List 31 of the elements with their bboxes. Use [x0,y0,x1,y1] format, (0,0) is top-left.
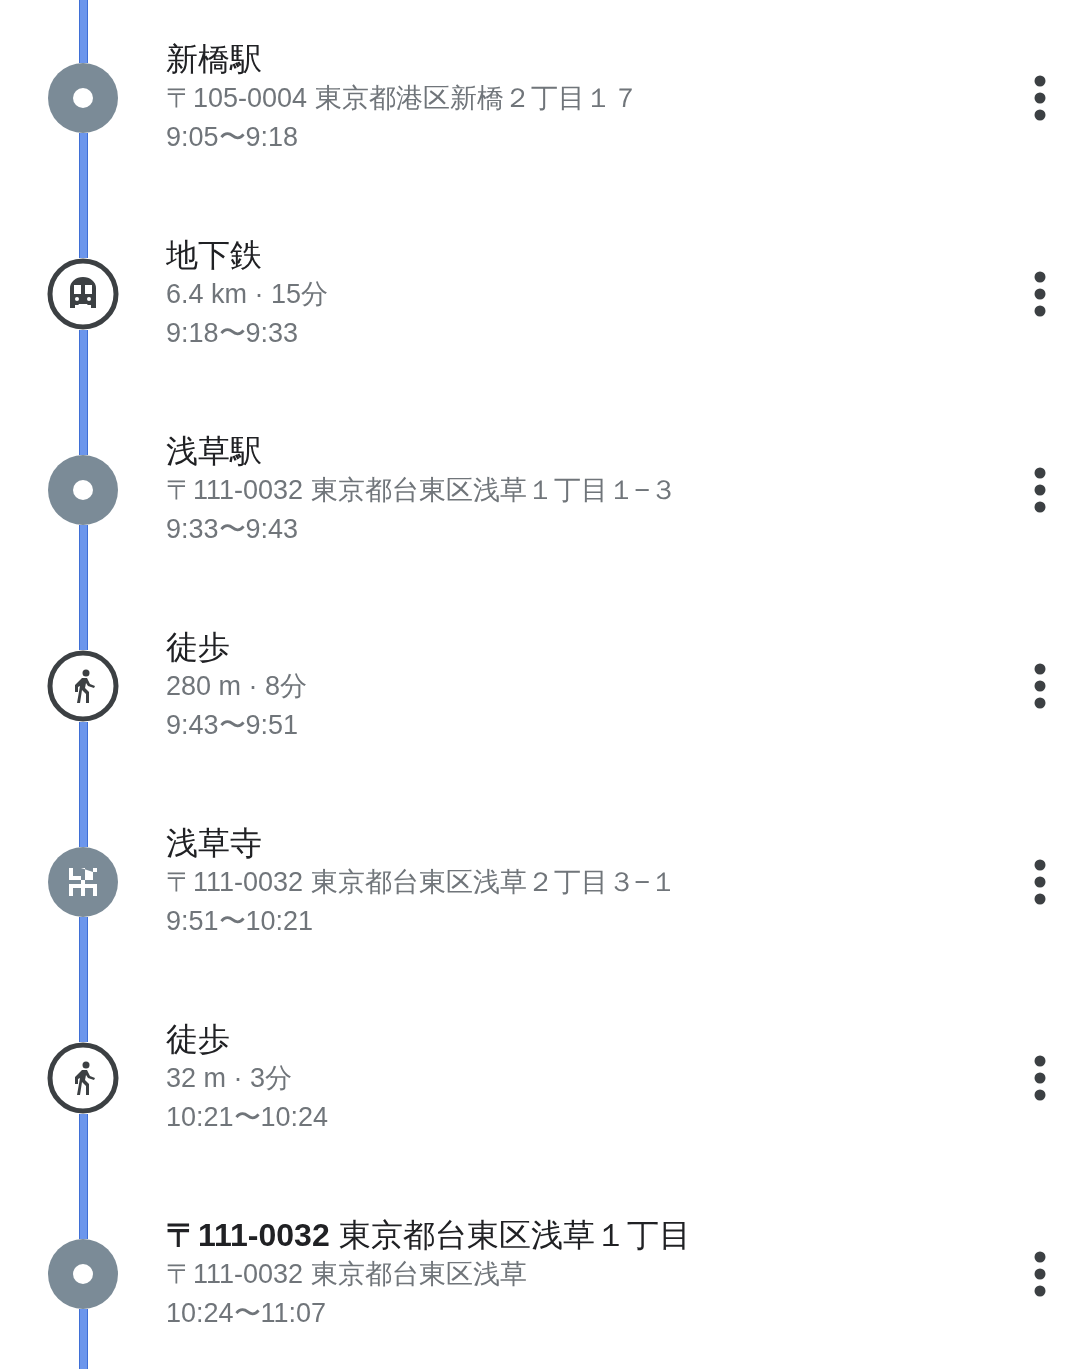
time-range: 9:43〜9:51 [166,709,300,742]
stop-title: 浅草駅 [166,432,263,471]
stop-title: 徒歩 [166,628,231,667]
stop-detail: 32 m · 3分 [166,1062,294,1095]
stop-title: 〒111-0032 東京都台東区浅草１丁目 [166,1216,692,1255]
train-marker-icon [47,258,119,330]
walking-marker-icon [47,650,119,722]
time-range: 10:24〜11:07 [166,1297,328,1330]
stop-title: 徒歩 [166,1020,231,1059]
more-icon [1034,271,1046,317]
more-icon [1034,859,1046,905]
time-range: 9:33〜9:43 [166,513,300,546]
walking-marker-icon [47,1042,119,1114]
stop-title: 新橋駅 [166,40,263,79]
time-range: 9:05〜9:18 [166,121,300,154]
stop-detail: 〒111-0032 東京都台東区浅草１丁目１−３ [166,474,679,507]
time-range: 10:21〜10:24 [166,1101,330,1134]
time-range: 9:18〜9:33 [166,317,300,350]
more-icon [1034,467,1046,513]
more-icon [1034,1055,1046,1101]
more-icon [1034,1251,1046,1297]
stop-detail: 280 m · 8分 [166,670,309,703]
stop-detail: 6.4 km · 15分 [166,278,330,311]
time-range: 9:51〜10:21 [166,905,315,938]
stop-title: 地下鉄 [166,236,263,275]
stop-title: 浅草寺 [166,824,263,863]
stop-detail: 〒105-0004 東京都港区新橋２丁目１７ [166,82,640,115]
more-icon [1034,75,1046,121]
stop-detail: 〒111-0032 東京都台東区浅草２丁目３−１ [166,866,679,899]
stop-detail: 〒111-0032 東京都台東区浅草 [166,1258,528,1291]
more-icon [1034,663,1046,709]
